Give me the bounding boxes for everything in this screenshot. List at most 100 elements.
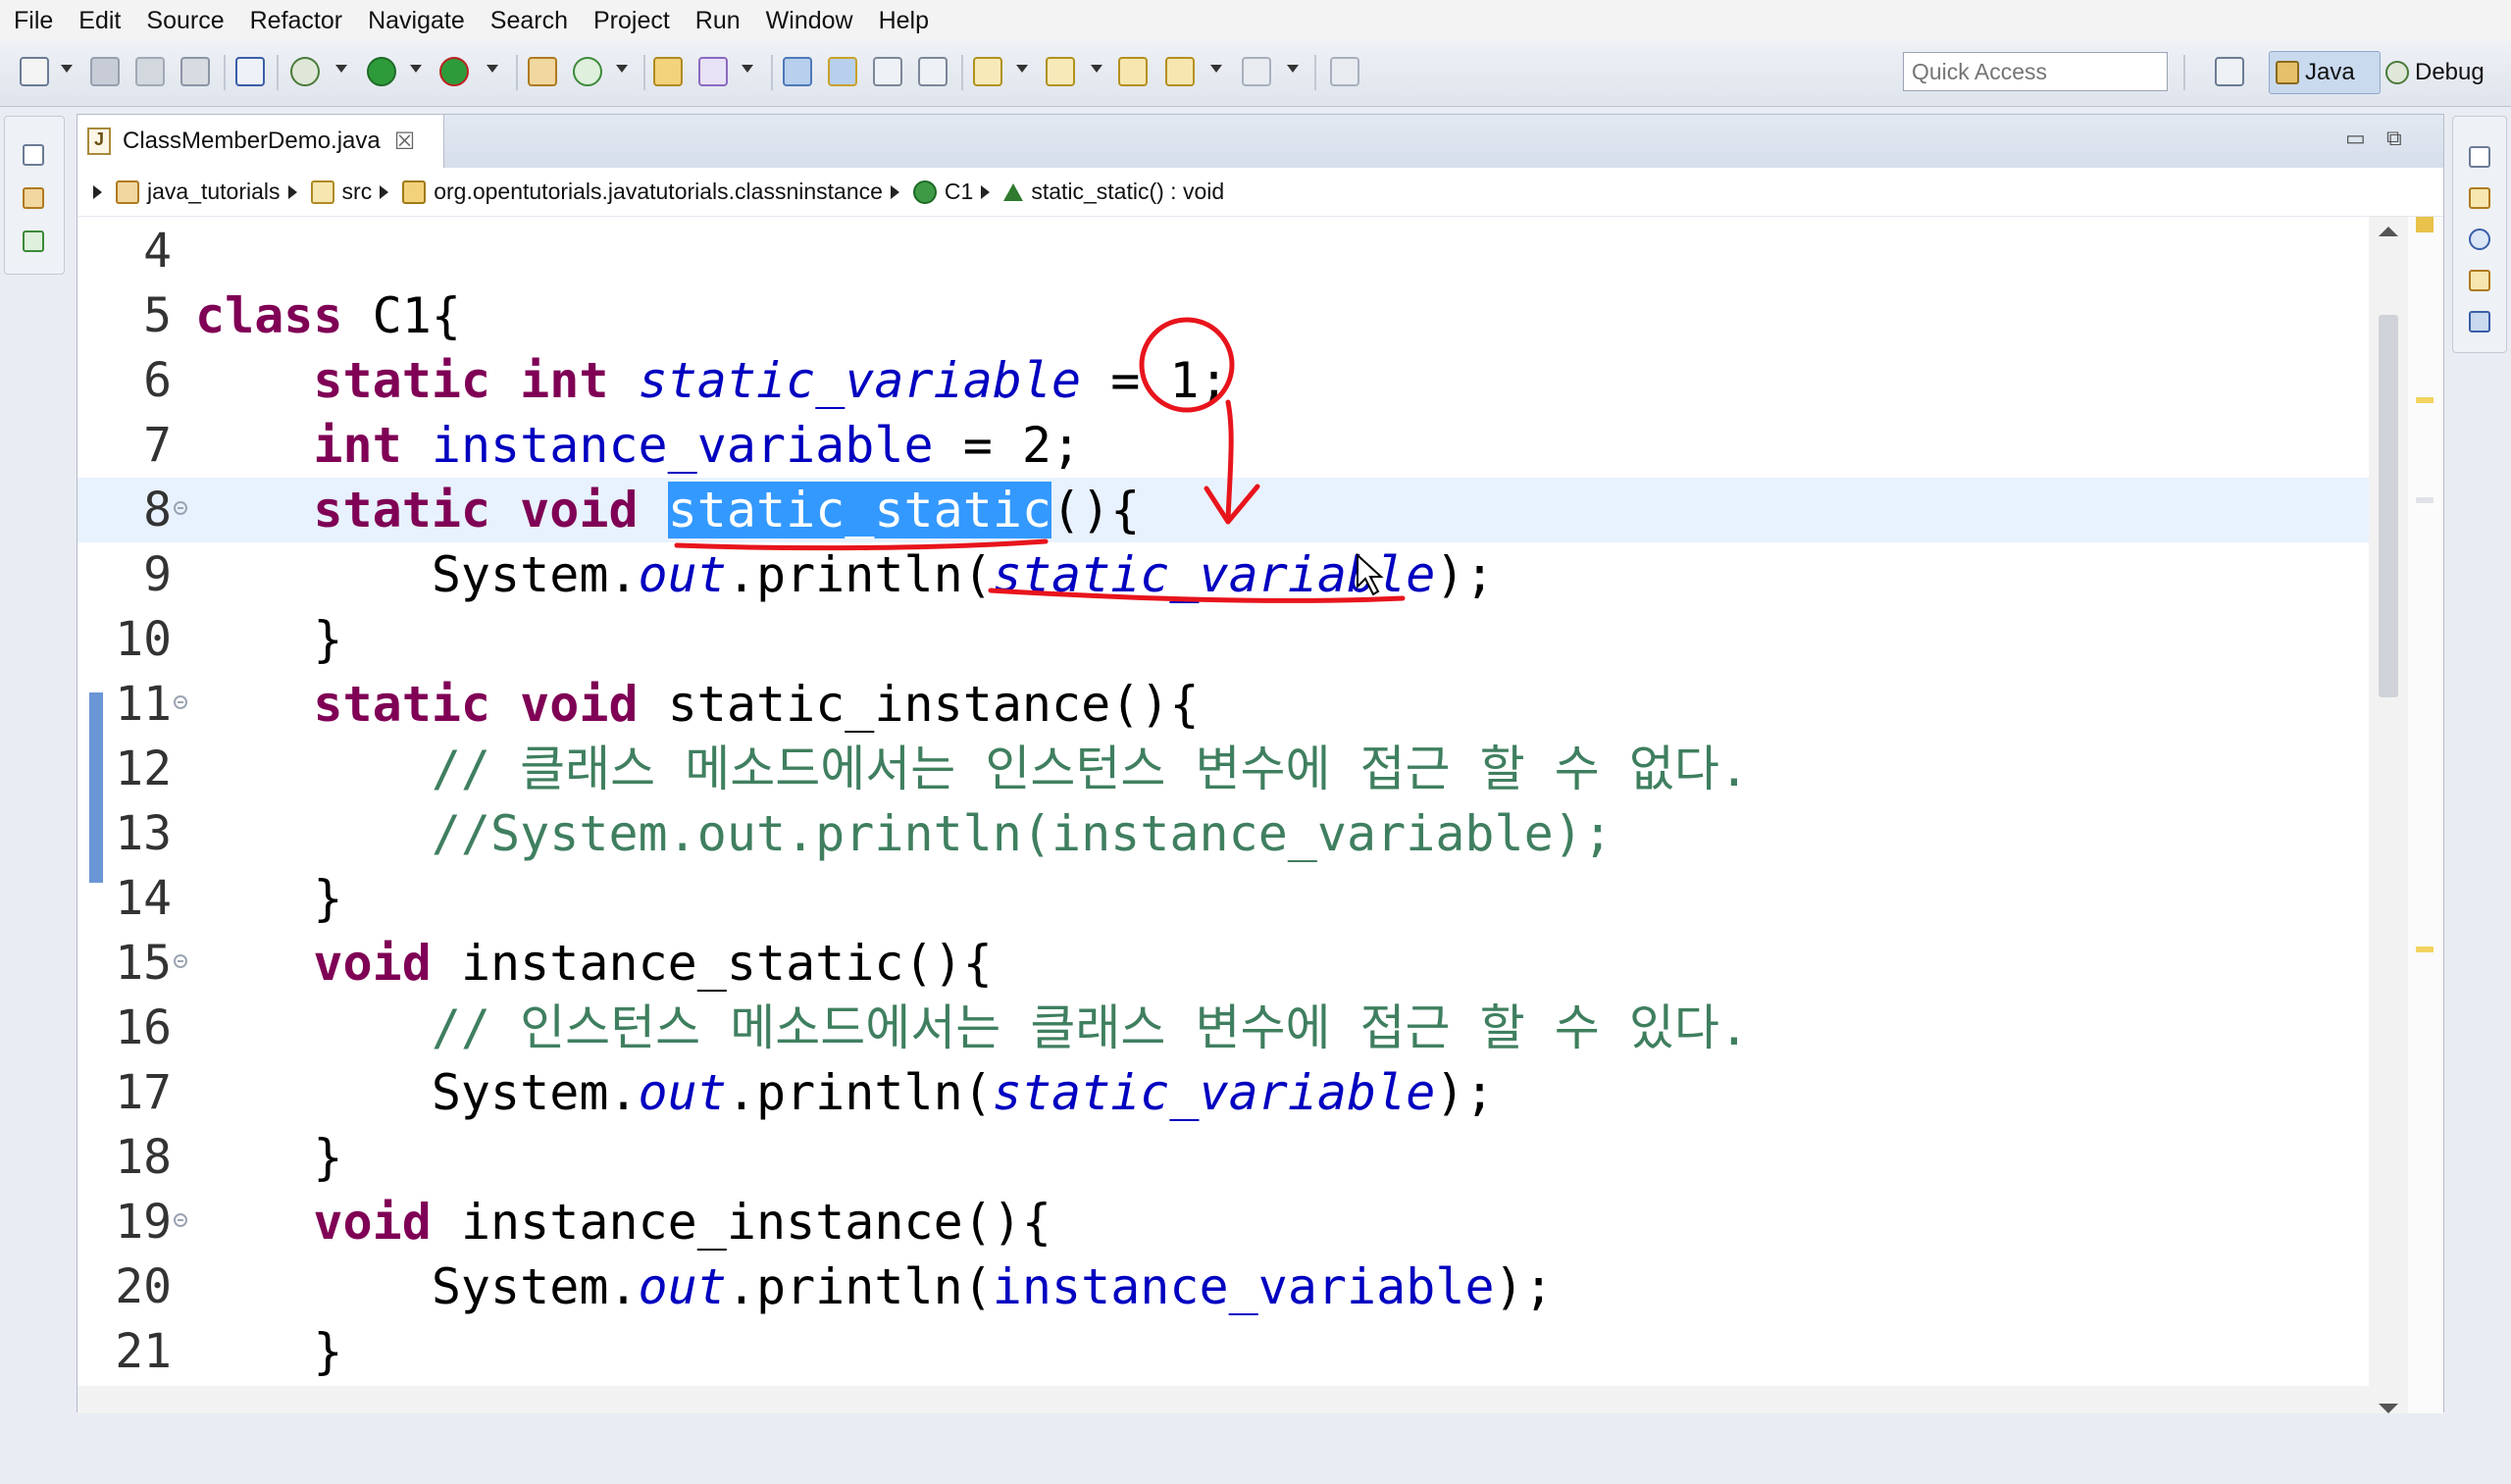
debug-dropdown-arrow-icon[interactable] bbox=[335, 65, 347, 73]
print-icon[interactable] bbox=[180, 57, 210, 86]
line-number: 9 bbox=[143, 547, 172, 602]
next-annotation-icon[interactable] bbox=[973, 57, 1002, 86]
overview-mark[interactable] bbox=[2416, 497, 2434, 503]
open-perspective-icon[interactable] bbox=[2215, 57, 2244, 86]
save-icon[interactable] bbox=[90, 57, 120, 86]
save-all-icon[interactable] bbox=[135, 57, 165, 86]
editor-tab-classmemberdemo[interactable]: ClassMemberDemo.java ☒ bbox=[77, 115, 444, 168]
menu-edit[interactable]: Edit bbox=[66, 0, 133, 41]
perspective-debug-button[interactable]: Debug bbox=[2380, 51, 2507, 94]
run-dropdown-arrow-icon[interactable] bbox=[410, 65, 422, 73]
breadcrumb-class[interactable]: C1 bbox=[945, 179, 973, 205]
breadcrumb-src[interactable]: src bbox=[342, 179, 373, 205]
toggle-mark-occurrences-icon[interactable] bbox=[783, 57, 812, 86]
menu-refactor[interactable]: Refactor bbox=[237, 0, 355, 41]
package-icon bbox=[402, 179, 427, 204]
back-dropdown-arrow-icon[interactable] bbox=[1210, 65, 1222, 73]
javadoc-icon[interactable] bbox=[2469, 229, 2490, 250]
chevron-right-icon[interactable] bbox=[981, 184, 991, 199]
fold-toggle-icon[interactable] bbox=[174, 954, 187, 968]
overview-mark[interactable] bbox=[2416, 947, 2434, 952]
coverage-dropdown-arrow-icon[interactable] bbox=[487, 65, 498, 73]
new-class-icon[interactable] bbox=[573, 57, 602, 86]
breadcrumb-package[interactable]: org.opentutorials.javatutorials.classnin… bbox=[434, 179, 883, 205]
type-hierarchy-icon[interactable] bbox=[23, 230, 44, 252]
overview-mark[interactable] bbox=[2416, 397, 2434, 403]
toolbar-separator bbox=[224, 55, 226, 90]
menu-navigate[interactable]: Navigate bbox=[355, 0, 478, 41]
coverage-icon[interactable] bbox=[439, 57, 469, 86]
keyword: int bbox=[313, 417, 402, 474]
code-line: 4 bbox=[77, 219, 2369, 283]
menu-help[interactable]: Help bbox=[866, 0, 942, 41]
open-type-icon[interactable] bbox=[653, 57, 683, 86]
declaration-icon[interactable] bbox=[2469, 270, 2490, 291]
chevron-right-icon[interactable] bbox=[287, 184, 297, 199]
menu-search[interactable]: Search bbox=[478, 0, 581, 41]
search-dropdown-arrow-icon[interactable] bbox=[742, 65, 753, 73]
line-number: 18 bbox=[115, 1130, 172, 1185]
chevron-right-icon[interactable] bbox=[380, 184, 389, 199]
maximize-icon[interactable]: ⧉ bbox=[2386, 128, 2410, 149]
search-icon[interactable] bbox=[698, 57, 728, 86]
restore-icon[interactable] bbox=[2469, 146, 2490, 168]
selected-text: static_static bbox=[667, 482, 1052, 538]
fold-toggle-icon[interactable] bbox=[174, 1213, 187, 1227]
line-number: 11 bbox=[115, 677, 172, 732]
new-class-dropdown-arrow-icon[interactable] bbox=[616, 65, 628, 73]
fold-toggle-icon[interactable] bbox=[174, 695, 187, 709]
last-edit-location-icon[interactable] bbox=[1118, 57, 1148, 86]
scrollbar-thumb[interactable] bbox=[2379, 315, 2398, 697]
menu-window[interactable]: Window bbox=[753, 0, 866, 41]
debug-icon[interactable] bbox=[290, 57, 320, 86]
restore-icon[interactable] bbox=[23, 144, 44, 166]
menu-file[interactable]: File bbox=[0, 0, 66, 41]
console-icon[interactable] bbox=[2469, 311, 2490, 333]
code-text: static void static_instance(){ bbox=[313, 676, 1200, 733]
close-tab-icon[interactable]: ☒ bbox=[394, 128, 416, 156]
code-line: 15 void instance_static(){ bbox=[77, 931, 2369, 996]
outline-icon[interactable] bbox=[2469, 187, 2490, 209]
menu-source[interactable]: Source bbox=[133, 0, 236, 41]
comment: // 클래스 메소드에서는 인스턴스 변수에 접근 할 수 없다. bbox=[431, 741, 1749, 797]
horizontal-scrollbar[interactable] bbox=[77, 1386, 2369, 1413]
java-editor: ClassMemberDemo.java ☒ ▭ ⧉ java_tutorial… bbox=[77, 114, 2444, 1413]
fold-toggle-icon[interactable] bbox=[174, 501, 187, 515]
scroll-up-icon[interactable] bbox=[2379, 227, 2398, 236]
previous-annotation-icon[interactable] bbox=[1046, 57, 1075, 86]
overview-status-icon bbox=[2416, 217, 2434, 232]
new-dropdown-arrow-icon[interactable] bbox=[61, 65, 73, 73]
instance-field: instance_variable bbox=[992, 1258, 1495, 1315]
forward-dropdown-arrow-icon[interactable] bbox=[1287, 65, 1299, 73]
show-whitespace-icon[interactable] bbox=[918, 57, 948, 86]
skip-breakpoints-icon[interactable] bbox=[235, 57, 265, 86]
overview-ruler[interactable] bbox=[2408, 217, 2443, 1413]
chevron-right-icon[interactable] bbox=[93, 184, 102, 199]
menu-project[interactable]: Project bbox=[581, 0, 683, 41]
code-area[interactable]: 4 5 class C1{ 6 static int static_variab… bbox=[77, 219, 2369, 1484]
previous-annotation-dropdown-arrow-icon[interactable] bbox=[1091, 65, 1102, 73]
code-token: .println( bbox=[726, 1258, 993, 1315]
breadcrumb-project[interactable]: java_tutorials bbox=[147, 179, 281, 205]
back-icon[interactable] bbox=[1165, 57, 1195, 86]
vertical-scrollbar[interactable] bbox=[2369, 217, 2408, 1413]
package-explorer-icon[interactable] bbox=[23, 187, 44, 209]
run-icon[interactable] bbox=[367, 57, 396, 86]
pin-editor-icon[interactable] bbox=[1330, 57, 1359, 86]
chevron-right-icon[interactable] bbox=[890, 184, 899, 199]
forward-icon[interactable] bbox=[1242, 57, 1271, 86]
code-text: System.out.println(instance_variable); bbox=[431, 1258, 1554, 1315]
toolbar-separator bbox=[2183, 55, 2185, 90]
line-number: 20 bbox=[115, 1259, 172, 1314]
new-java-project-icon[interactable] bbox=[528, 57, 557, 86]
toggle-highlight-icon[interactable] bbox=[828, 57, 857, 86]
minimize-icon[interactable]: ▭ bbox=[2345, 128, 2369, 149]
quick-access-input[interactable] bbox=[1903, 52, 2168, 91]
block-selection-icon[interactable] bbox=[873, 57, 902, 86]
new-icon[interactable] bbox=[20, 57, 49, 86]
perspective-java-button[interactable]: Java bbox=[2269, 51, 2381, 94]
next-annotation-dropdown-arrow-icon[interactable] bbox=[1016, 65, 1028, 73]
line-number: 17 bbox=[115, 1065, 172, 1120]
menu-run[interactable]: Run bbox=[683, 0, 753, 41]
breadcrumb-method[interactable]: static_static() : void bbox=[1031, 179, 1224, 205]
